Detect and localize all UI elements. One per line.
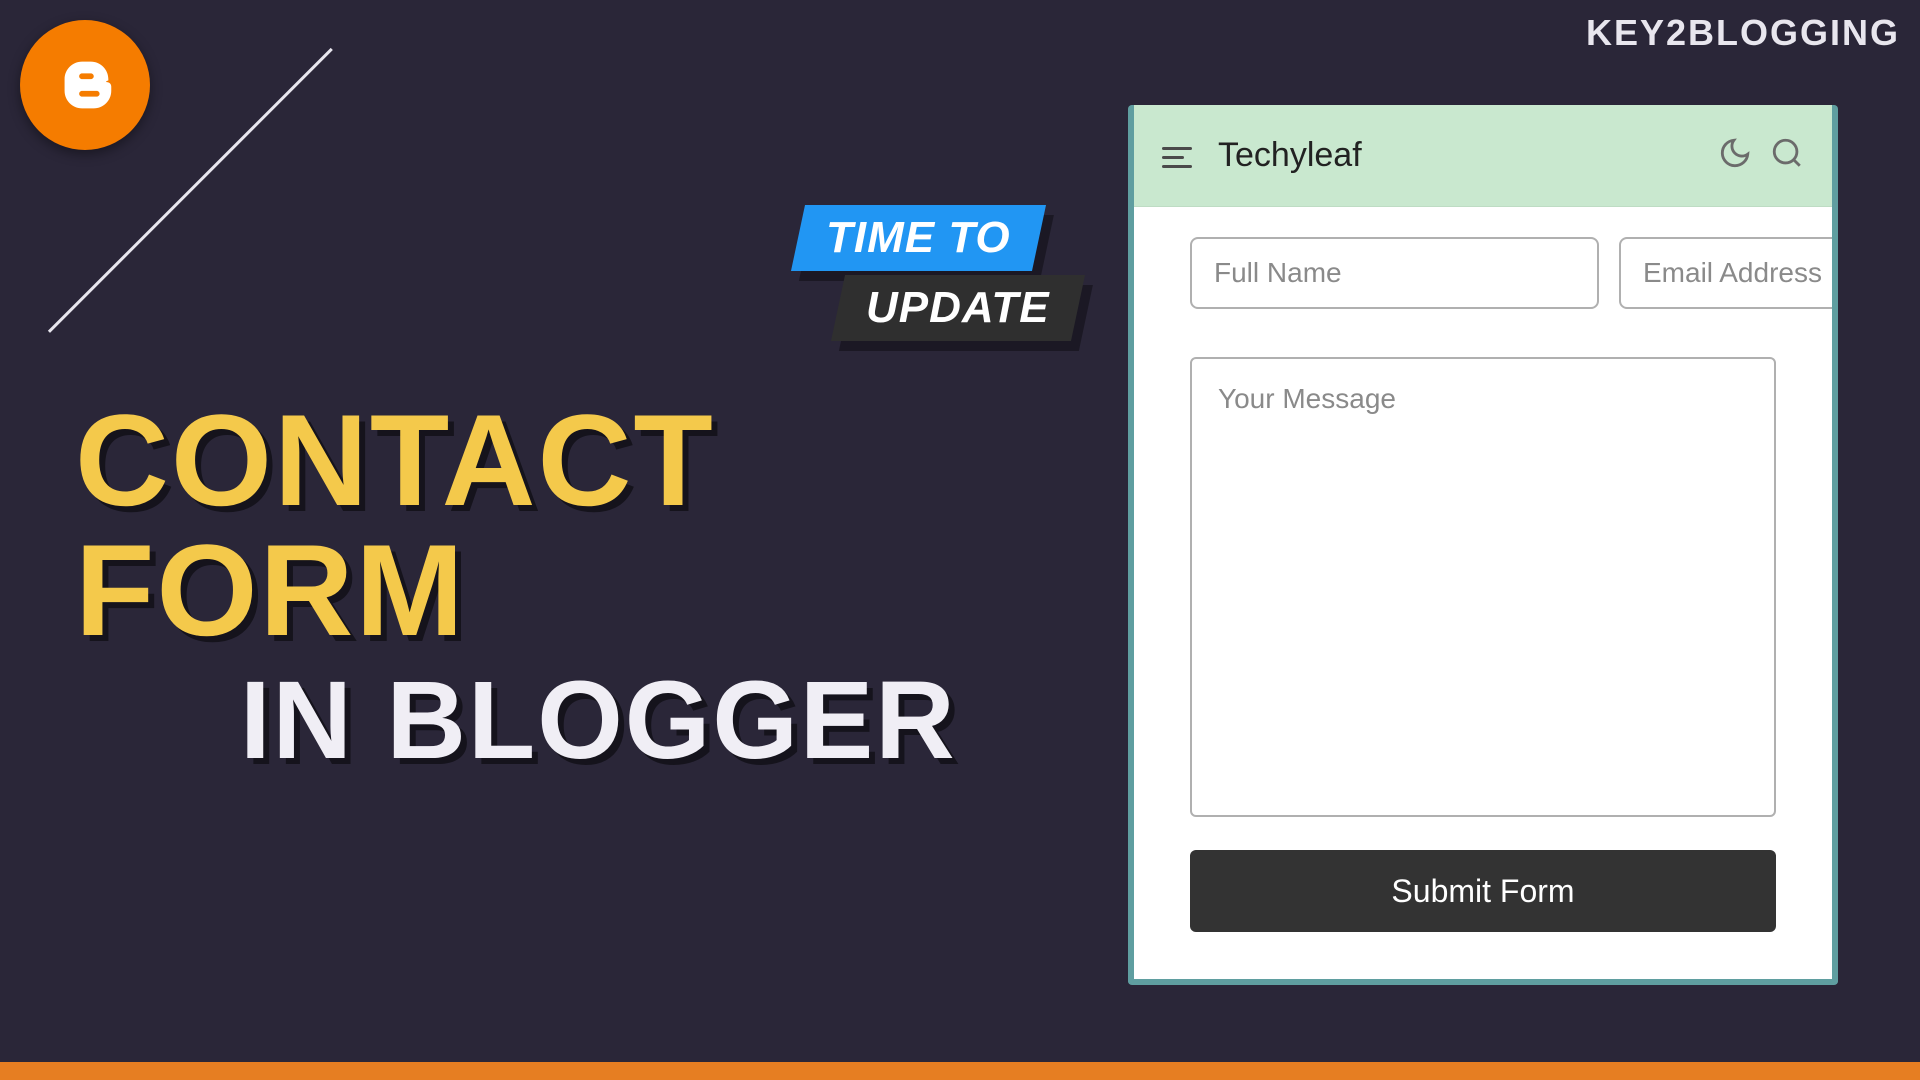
badge-update: UPDATE [831,275,1085,341]
contact-form-card: Techyleaf Submit Form [1128,105,1838,985]
blogger-logo-icon [20,20,150,150]
search-icon[interactable] [1770,136,1804,175]
title-line-2: IN BLOGGER [240,655,1095,787]
brand-text: KEY2BLOGGING [1586,12,1900,54]
email-field[interactable] [1619,237,1838,309]
dark-mode-icon[interactable] [1718,136,1752,175]
bottom-accent-bar [0,1062,1920,1080]
title-line-1: CONTACT FORM [75,395,1095,655]
submit-button[interactable]: Submit Form [1190,850,1776,932]
message-field[interactable] [1190,357,1776,817]
main-title: CONTACT FORM IN BLOGGER [75,395,1095,787]
form-body: Submit Form [1134,207,1832,962]
badge-stack: TIME TO UPDATE [798,205,1078,341]
app-title: Techyleaf [1218,136,1696,175]
hamburger-icon[interactable] [1162,145,1196,167]
card-header: Techyleaf [1134,105,1832,207]
badge-time-to: TIME TO [791,205,1046,271]
full-name-field[interactable] [1190,237,1599,309]
